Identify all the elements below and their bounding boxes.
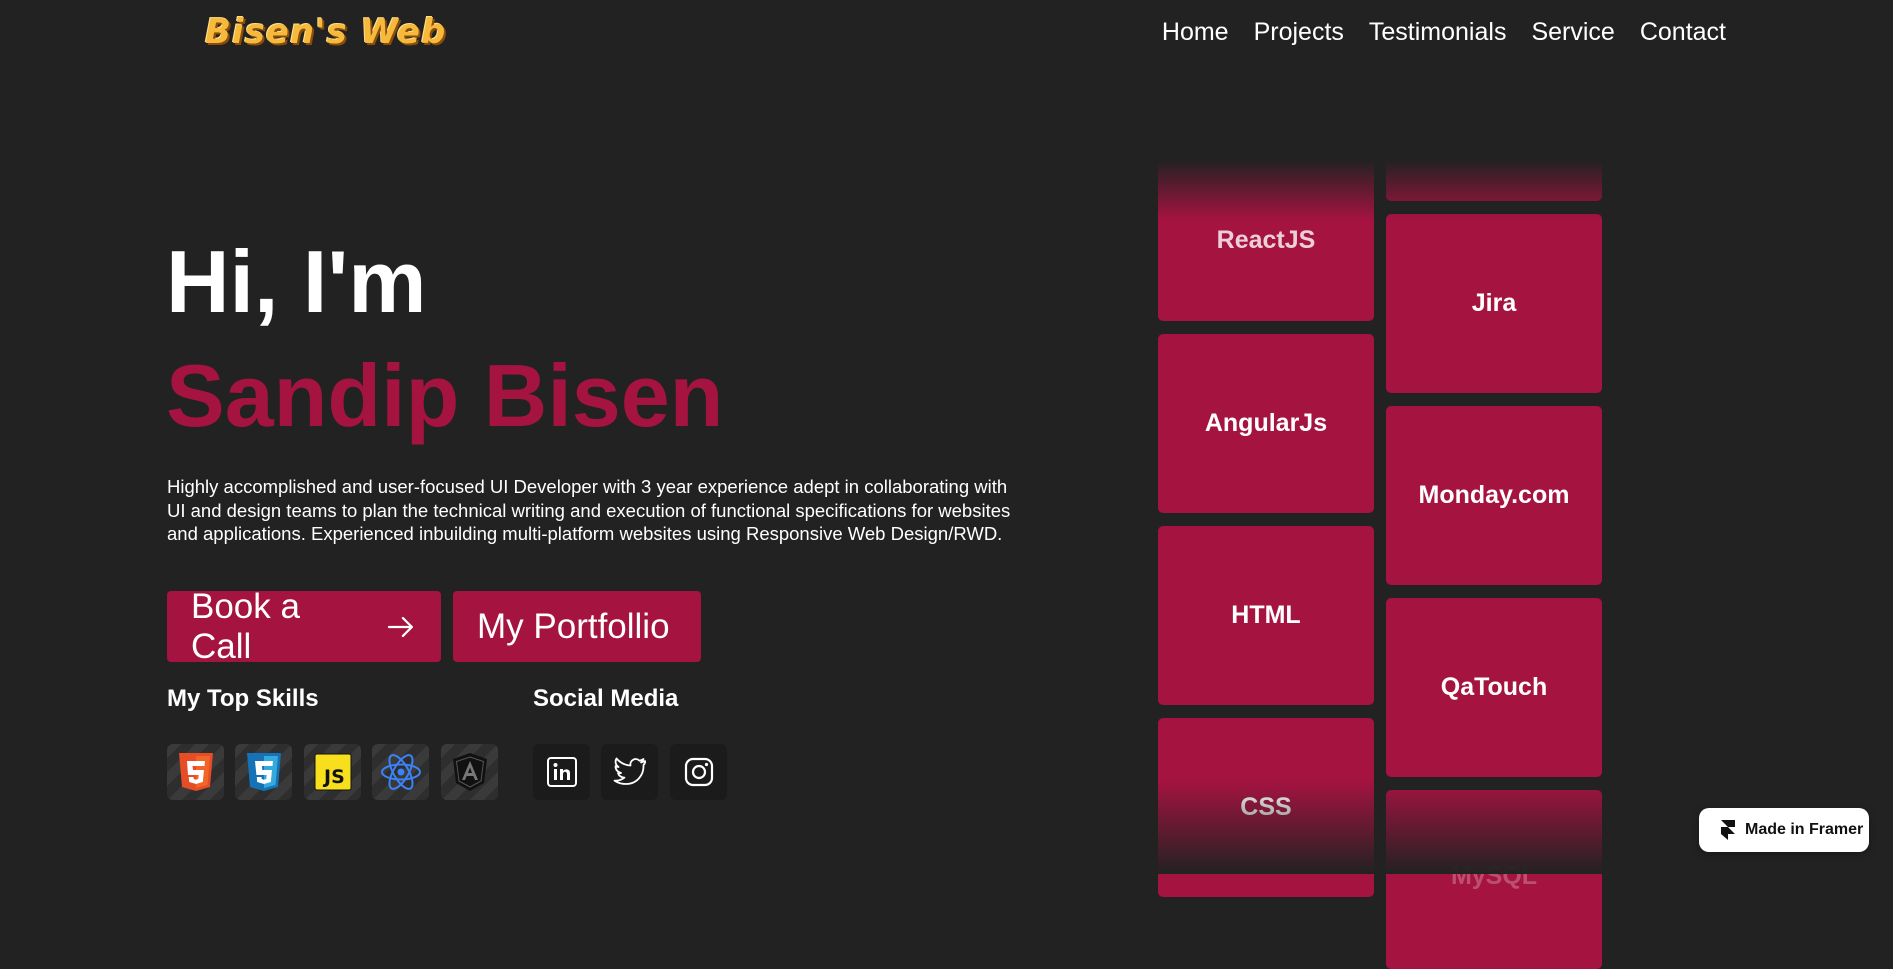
tile-monday: Monday.com bbox=[1386, 406, 1602, 585]
framer-icon bbox=[1721, 820, 1735, 840]
twitter-icon[interactable] bbox=[601, 744, 658, 800]
nav-service[interactable]: Service bbox=[1531, 18, 1614, 47]
arrow-right-icon bbox=[388, 616, 414, 637]
linkedin-icon[interactable] bbox=[533, 744, 590, 800]
tile-angularjs: AngularJs bbox=[1158, 334, 1374, 513]
react-icon bbox=[372, 744, 429, 800]
instagram-icon[interactable] bbox=[670, 744, 727, 800]
hero-description: Highly accomplished and user-focused UI … bbox=[167, 476, 1011, 544]
svg-text:JS: JS bbox=[322, 766, 345, 788]
nav-home[interactable]: Home bbox=[1162, 18, 1229, 47]
book-call-button[interactable]: Book a Call bbox=[167, 587, 441, 666]
tile-html: HTML bbox=[1158, 526, 1374, 705]
nav-contact[interactable]: Contact bbox=[1640, 18, 1726, 47]
site-logo[interactable]: Bisen's Web bbox=[205, 12, 446, 58]
book-call-label: Book a Call bbox=[191, 586, 300, 666]
css3-icon bbox=[235, 744, 292, 800]
tile-jira: Jira bbox=[1386, 214, 1602, 393]
tile-top-partial bbox=[1386, 160, 1602, 201]
skills-title: My Top Skills bbox=[167, 685, 319, 712]
html5-icon bbox=[167, 744, 224, 800]
made-in-framer-label: Made in Framer bbox=[1745, 821, 1864, 838]
nav-testimonials[interactable]: Testimonials bbox=[1369, 18, 1507, 47]
made-in-framer-badge[interactable]: Made in Framer bbox=[1699, 808, 1869, 852]
hero-greeting: Hi, I'm bbox=[166, 232, 427, 331]
angular-icon bbox=[441, 744, 498, 800]
javascript-icon: JS bbox=[304, 744, 361, 800]
tile-reactjs: ReactJS bbox=[1158, 160, 1374, 321]
tile-css: CSS bbox=[1158, 718, 1374, 897]
nav-projects[interactable]: Projects bbox=[1254, 18, 1344, 47]
main-nav: Home Projects Testimonials Service Conta… bbox=[1162, 18, 1726, 47]
hero-name: Sandip Bisen bbox=[166, 346, 724, 445]
tile-mysql: MySQL bbox=[1386, 790, 1602, 969]
portfolio-button[interactable]: My Portfollio bbox=[453, 591, 701, 662]
portfolio-label: My Portfollio bbox=[477, 606, 670, 646]
social-title: Social Media bbox=[533, 685, 679, 712]
tile-qatouch: QaTouch bbox=[1386, 598, 1602, 777]
